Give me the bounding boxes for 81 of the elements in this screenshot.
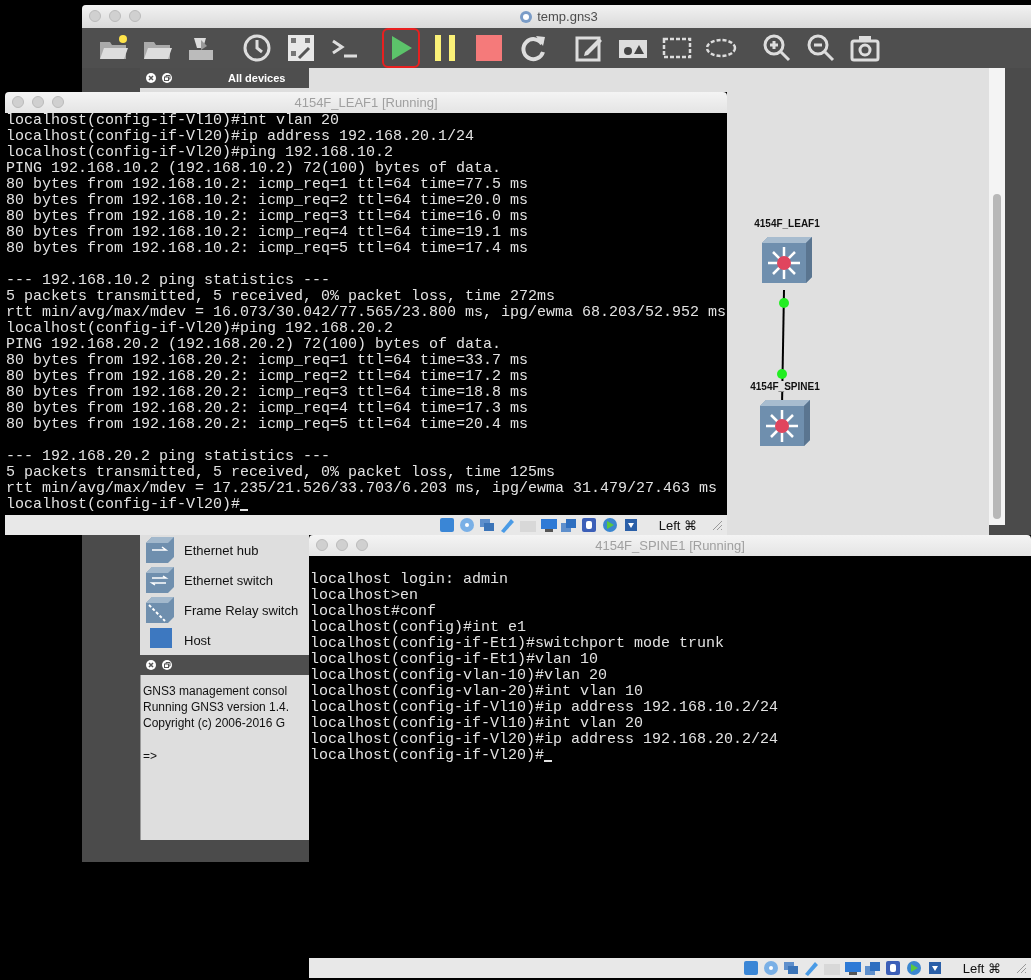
- host-key-label: Left ⌘: [962, 960, 1001, 976]
- terminal-line: 80 bytes from 192.168.20.2: icmp_req=4 ttl=64 time=17.3 ms: [6, 401, 529, 417]
- terminal-line: 80 bytes from 192.168.10.2: icmp_req=3 ttl=64 time=16.0 ms: [6, 209, 529, 225]
- terminal-line: localhost(config-if-Vl20)#ip address 192.168.20.2/24: [310, 732, 779, 748]
- minimize-dot[interactable]: [109, 10, 121, 22]
- switch-icon[interactable]: [760, 235, 814, 285]
- zoom-dot[interactable]: [52, 96, 64, 108]
- terminal-line: rtt min/avg/max/mdev = 17.235/21.526/33.703/6.203 ms, ipg/ewma 31.479/27.463 ms: [6, 481, 718, 497]
- stop-icon: [473, 32, 505, 64]
- device-item[interactable]: Host: [140, 625, 309, 655]
- port-status-dot: [777, 369, 787, 379]
- terminal-line: localhost(config-if-Vl20)#ping 192.168.20.2: [6, 321, 394, 337]
- switch-icon: [144, 565, 176, 595]
- text-cursor: [240, 509, 249, 511]
- window-title: temp.gns3: [537, 9, 598, 24]
- terminal-line: localhost(config-if-Vl10)#int vlan 20: [6, 113, 340, 129]
- hub-icon: [144, 535, 176, 565]
- resize-grip-icon[interactable]: [711, 519, 723, 531]
- terminal-line: rtt min/avg/max/mdev = 16.073/30.042/77.565/23.800 ms, ipg/ewma 68.203/52.952 ms: [6, 305, 727, 321]
- port-status-dot: [779, 298, 789, 308]
- zoom-out-icon: [805, 32, 837, 64]
- close-icon[interactable]: [146, 73, 156, 83]
- terminal-line: localhost#conf: [310, 604, 437, 620]
- close-dot[interactable]: [12, 96, 24, 108]
- terminal-line: localhost(config-if-Vl10)#ip address 192.168.10.2/24: [310, 700, 779, 716]
- terminal-line: 80 bytes from 192.168.10.2: icmp_req=1 ttl=64 time=77.5 ms: [6, 177, 529, 193]
- text-cursor: [544, 760, 553, 762]
- console-prompt: =>: [143, 748, 158, 764]
- resize-grip-icon[interactable]: [1015, 962, 1027, 974]
- clock-icon: [241, 32, 273, 64]
- terminal-line: localhost login: admin: [310, 572, 509, 588]
- zoom-in-icon: [761, 32, 793, 64]
- terminal-line: localhost(config-if-Et1)#switchport mode trunk: [310, 636, 725, 652]
- terminal-line: 80 bytes from 192.168.20.2: icmp_req=3 ttl=64 time=18.8 ms: [6, 385, 529, 401]
- terminal-line: PING 192.168.20.2 (192.168.20.2) 72(100) bytes of data.: [6, 337, 502, 353]
- close-dot[interactable]: [89, 10, 101, 22]
- zoom-dot[interactable]: [356, 539, 368, 551]
- scrollbar[interactable]: [989, 68, 1005, 525]
- console-line: Copyright (c) 2006-2016 G: [143, 715, 287, 731]
- device-item[interactable]: Ethernet switch: [140, 565, 309, 595]
- switch-icon[interactable]: [758, 398, 812, 448]
- window-title: 4154F_SPINE1 [Running]: [595, 538, 745, 553]
- panel-title: All devices: [228, 72, 286, 84]
- terminal-line: --- 192.168.20.2 ping statistics ---: [6, 449, 331, 465]
- terminal-line: --- 192.168.10.2 ping statistics ---: [6, 273, 331, 289]
- terminal-line: 5 packets transmitted, 5 received, 0% packet loss, time 272ms: [6, 289, 556, 305]
- terminal-line: 80 bytes from 192.168.20.2: icmp_req=2 ttl=64 time=17.2 ms: [6, 369, 529, 385]
- terminal-line: 80 bytes from 192.168.20.2: icmp_req=5 ttl=64 time=20.4 ms: [6, 417, 529, 433]
- terminal-line: localhost(config-if-Vl20)#ping 192.168.10.2: [6, 145, 394, 161]
- card-icon: [285, 32, 317, 64]
- zoom-dot[interactable]: [129, 10, 141, 22]
- terminal-line: 80 bytes from 192.168.10.2: icmp_req=5 ttl=64 time=17.4 ms: [6, 241, 529, 257]
- device-item[interactable]: Frame Relay switch: [140, 595, 309, 625]
- terminal-line: localhost(config-vlan-10)#vlan 20: [310, 668, 608, 684]
- console-line: GNS3 management consol: [143, 683, 289, 699]
- terminal-line: 80 bytes from 192.168.20.2: icmp_req=1 ttl=64 time=33.7 ms: [6, 353, 529, 369]
- terminal-line: localhost(config-if-Vl20)#: [6, 497, 241, 513]
- terminal-line: localhost(config-if-Vl10)#int vlan 20: [310, 716, 644, 732]
- terminal-line: PING 192.168.10.2 (192.168.10.2) 72(100) bytes of data.: [6, 161, 502, 177]
- host-key-label: Left ⌘: [658, 517, 697, 533]
- terminal-line: 80 bytes from 192.168.10.2: icmp_req=4 ttl=64 time=19.1 ms: [6, 225, 529, 241]
- restore-icon[interactable]: [162, 660, 172, 670]
- console-line: Running GNS3 version 1.4.: [143, 699, 291, 715]
- node-label: 4154F_SPINE1: [750, 381, 820, 392]
- app-icon: [519, 9, 534, 24]
- terminal-line: 80 bytes from 192.168.10.2: icmp_req=2 ttl=64 time=20.0 ms: [6, 193, 529, 209]
- device-item[interactable]: Ethernet hub: [140, 535, 309, 565]
- minimize-dot[interactable]: [336, 539, 348, 551]
- terminal-line: localhost(config)#int e1: [310, 620, 527, 636]
- terminal-line: 5 packets transmitted, 5 received, 0% packet loss, time 125ms: [6, 465, 556, 481]
- minimize-dot[interactable]: [32, 96, 44, 108]
- window-title: 4154F_LEAF1 [Running]: [294, 95, 438, 110]
- terminal-line: localhost(config-vlan-20)#int vlan 10: [310, 684, 644, 700]
- terminal-line: localhost(config-if-Vl20)#ip address 192.168.20.1/24: [6, 129, 475, 145]
- terminal-line: localhost>en: [310, 588, 419, 604]
- close-dot[interactable]: [316, 539, 328, 551]
- terminal-line: localhost(config-if-Et1)#vlan 10: [310, 652, 599, 668]
- close-icon[interactable]: [146, 660, 156, 670]
- terminal-line: localhost(config-if-Vl20)#: [310, 748, 545, 764]
- restore-icon[interactable]: [162, 73, 172, 83]
- node-label: 4154F_LEAF1: [754, 218, 820, 229]
